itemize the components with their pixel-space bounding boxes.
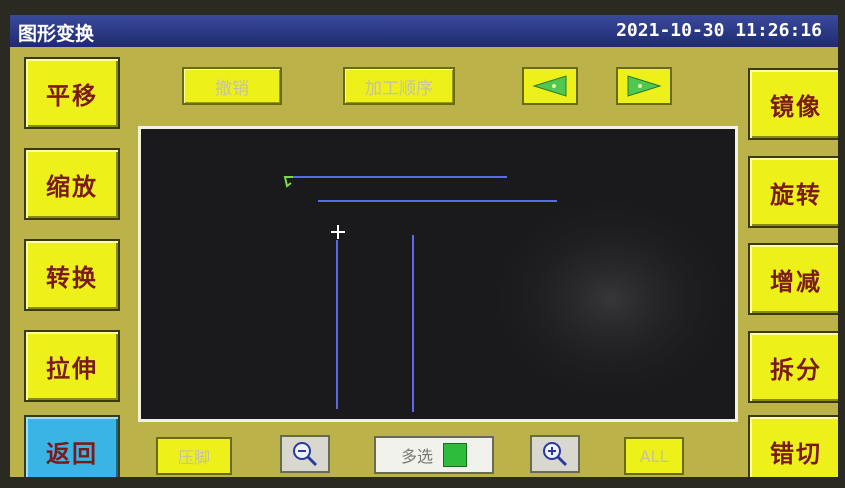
previous-button[interactable] bbox=[522, 67, 578, 105]
page-title: 图形变换 bbox=[18, 23, 95, 45]
zoom-out-button[interactable] bbox=[280, 435, 330, 473]
select-all-button[interactable]: ALL bbox=[624, 437, 684, 475]
title-bar: 图形变换 2021-10-30 11:26:16 bbox=[10, 15, 838, 47]
device-screen: 图形变换 2021-10-30 11:26:16 平移 缩放 转换 拉伸 返回 … bbox=[10, 15, 838, 477]
process-order-button[interactable]: 加工顺序 bbox=[343, 67, 455, 105]
translate-button[interactable]: 平移 bbox=[24, 57, 120, 129]
scale-button[interactable]: 缩放 bbox=[24, 148, 120, 220]
multi-select-toggle[interactable]: 多选 bbox=[374, 436, 494, 474]
screen-reflection bbox=[481, 189, 741, 409]
zoom-out-icon bbox=[293, 442, 318, 467]
pattern-canvas[interactable] bbox=[138, 126, 741, 422]
rotate-button[interactable]: 旋转 bbox=[748, 156, 838, 228]
back-button[interactable]: 返回 bbox=[24, 415, 120, 477]
split-button[interactable]: 拆分 bbox=[748, 331, 838, 403]
zoom-in-icon bbox=[543, 442, 568, 467]
cursor-crosshair-icon bbox=[331, 225, 345, 239]
left-arrow-icon bbox=[532, 75, 567, 97]
start-point-icon bbox=[283, 176, 293, 188]
zoom-in-button[interactable] bbox=[530, 435, 580, 473]
right-arrow-icon bbox=[627, 75, 662, 97]
presser-foot-button[interactable]: 压脚 bbox=[156, 437, 232, 475]
multi-select-label: 多选 bbox=[400, 447, 433, 466]
next-button[interactable] bbox=[616, 67, 672, 105]
stretch-button[interactable]: 拉伸 bbox=[24, 330, 120, 402]
multi-select-indicator bbox=[443, 443, 467, 467]
convert-button[interactable]: 转换 bbox=[24, 239, 120, 311]
undo-button[interactable]: 撤销 bbox=[182, 67, 282, 105]
add-remove-button[interactable]: 增减 bbox=[748, 243, 838, 315]
datetime-display: 2021-10-30 11:26:16 bbox=[616, 20, 822, 41]
mirror-button[interactable]: 镜像 bbox=[748, 68, 838, 140]
shear-button[interactable]: 错切 bbox=[748, 415, 838, 477]
